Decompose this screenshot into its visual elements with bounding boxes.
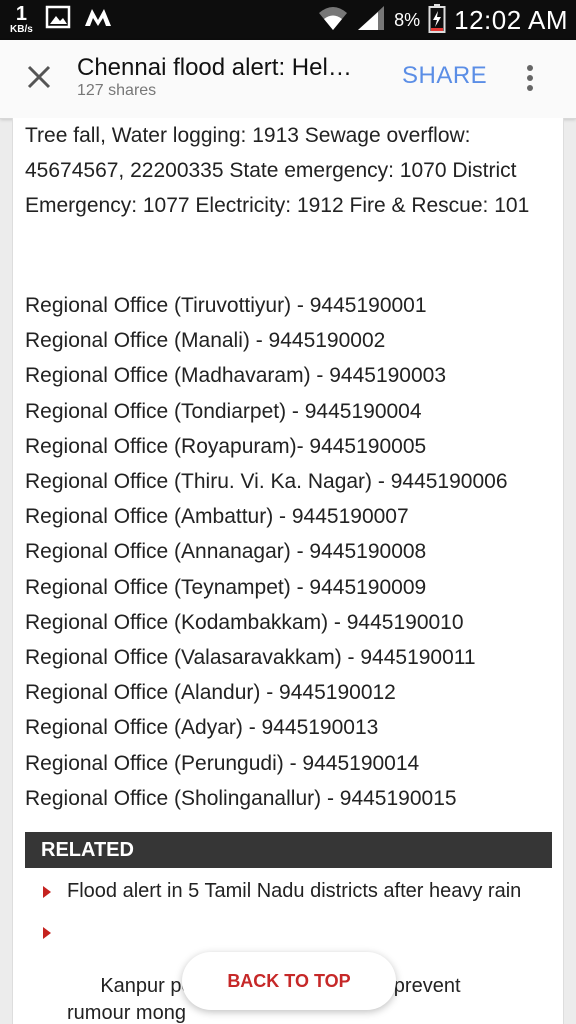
overflow-menu-button[interactable] — [518, 62, 542, 94]
battery-icon — [428, 3, 446, 38]
clock: 12:02 AM — [454, 4, 568, 35]
image-icon — [45, 5, 71, 34]
office-line: Regional Office (Annanagar) - 9445190008 — [25, 540, 427, 564]
share-button[interactable]: SHARE — [402, 62, 487, 90]
signal-icon — [356, 4, 386, 37]
office-line: Regional Office (Royapuram)- 9445190005 — [25, 434, 427, 458]
office-line: Regional Office (Perungudi) - 9445190014 — [25, 751, 420, 775]
share-count: 127 shares — [77, 82, 157, 99]
related-heading: RELATED — [25, 832, 552, 868]
data-rate-unit: KB/s — [10, 24, 33, 35]
bullet-arrow-icon — [43, 886, 51, 898]
office-line: Regional Office (Ambattur) - 9445190007 — [25, 505, 409, 529]
regional-office-list: Regional Office (Tiruvottiyur) - 9445190… — [25, 288, 555, 816]
related-link-text: Flood alert in 5 Tamil Nadu districts af… — [67, 880, 522, 902]
close-button[interactable] — [22, 62, 56, 96]
wifi-icon — [318, 4, 348, 37]
office-line: Regional Office (Adyar) - 9445190013 — [25, 716, 379, 740]
status-right: 8% 12:02 AM — [318, 0, 568, 40]
bullet-arrow-icon — [43, 927, 51, 939]
office-line: Regional Office (Thiru. Vi. Ka. Nagar) -… — [25, 470, 508, 494]
article-card: Tree fall, Water logging: 1913 Sewage ov… — [12, 118, 564, 1024]
data-rate-value: 1 — [15, 3, 27, 25]
office-line: Regional Office (Alandur) - 9445190012 — [25, 681, 396, 705]
office-line: Regional Office (Kodambakkam) - 94451900… — [25, 610, 464, 634]
related-link[interactable]: Flood alert in 5 Tamil Nadu districts af… — [39, 878, 529, 905]
back-to-top-button[interactable]: BACK TO TOP — [182, 952, 396, 1010]
office-line: Regional Office (Sholinganallur) - 94451… — [25, 786, 457, 810]
app-bar: Chennai flood alert: Hel… 127 shares SHA… — [0, 40, 576, 119]
office-line: Regional Office (Teynampet) - 9445190009 — [25, 575, 427, 599]
office-line: Regional Office (Tondiarpet) - 944519000… — [25, 399, 422, 423]
close-icon — [27, 65, 51, 94]
office-line: Regional Office (Madhavaram) - 944519000… — [25, 364, 447, 388]
battery-percent: 8% — [394, 9, 421, 30]
page-title: Chennai flood alert: Hel… — [77, 54, 352, 81]
overflow-menu-icon — [527, 65, 533, 71]
office-line: Regional Office (Manali) - 9445190002 — [25, 329, 386, 353]
office-line: Regional Office (Tiruvottiyur) - 9445190… — [25, 294, 427, 317]
emergency-numbers-text: Tree fall, Water logging: 1913 Sewage ov… — [25, 124, 530, 218]
status-bar: 1 KB/s 8% 12:02 AM — [0, 0, 576, 40]
app-m-icon — [83, 6, 113, 33]
office-line: Regional Office (Valasaravakkam) - 94451… — [25, 646, 476, 670]
data-rate-indicator: 1 KB/s — [10, 4, 33, 35]
status-left: 1 KB/s — [10, 4, 113, 35]
